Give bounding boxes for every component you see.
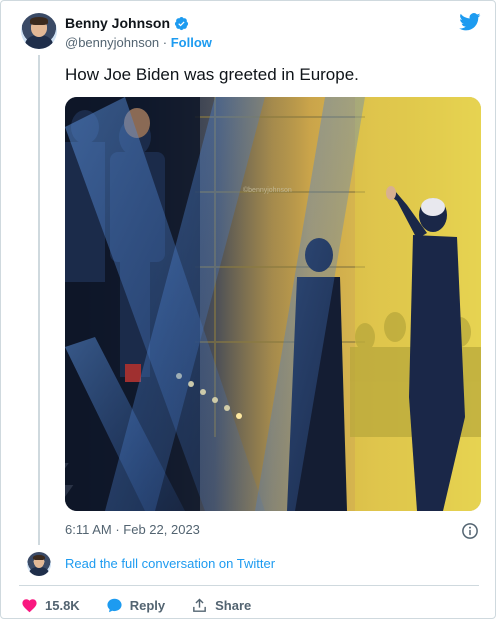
read-conversation-link[interactable]: Read the full conversation on Twitter: [65, 556, 275, 571]
tweet-text: How Joe Biden was greeted in Europe.: [65, 65, 359, 84]
conversation-avatar: [27, 552, 51, 576]
share-upload-icon: [193, 597, 206, 612]
share-label: Share: [215, 597, 252, 613]
info-icon[interactable]: [461, 522, 479, 540]
author-name-row[interactable]: Benny Johnson: [65, 15, 189, 31]
tweet-photo[interactable]: ©bennyjohnson: [65, 97, 481, 511]
like-button[interactable]: 15.8K: [21, 597, 80, 614]
heart-icon: [22, 598, 37, 612]
author-avatar[interactable]: [21, 13, 57, 49]
twitter-bird-icon[interactable]: [459, 13, 481, 31]
reply-label: Reply: [129, 597, 166, 613]
photo-illustration: ©bennyjohnson: [65, 97, 481, 511]
like-count: 15.8K: [45, 597, 80, 613]
tweet-embed-card: Benny Johnson @bennyjohnson · Follow How…: [0, 0, 496, 619]
action-bar: 15.8K Reply Share: [21, 595, 277, 615]
verified-badge-icon: [174, 16, 189, 30]
author-handle-line: @bennyjohnson · Follow: [65, 35, 212, 50]
tweet-timestamp[interactable]: 6:11 AM · Feb 22, 2023: [65, 522, 200, 537]
author-name[interactable]: Benny Johnson: [65, 15, 170, 31]
author-handle[interactable]: @bennyjohnson: [65, 35, 159, 50]
follow-link[interactable]: Follow: [171, 35, 212, 50]
handle-separator: ·: [159, 35, 171, 50]
speech-bubble-icon: [107, 598, 122, 612]
thread-line: [38, 55, 40, 545]
divider: [19, 585, 479, 586]
photo-watermark: ©bennyjohnson: [243, 186, 292, 194]
share-button[interactable]: Share: [191, 597, 251, 614]
reply-button[interactable]: Reply: [106, 597, 165, 614]
